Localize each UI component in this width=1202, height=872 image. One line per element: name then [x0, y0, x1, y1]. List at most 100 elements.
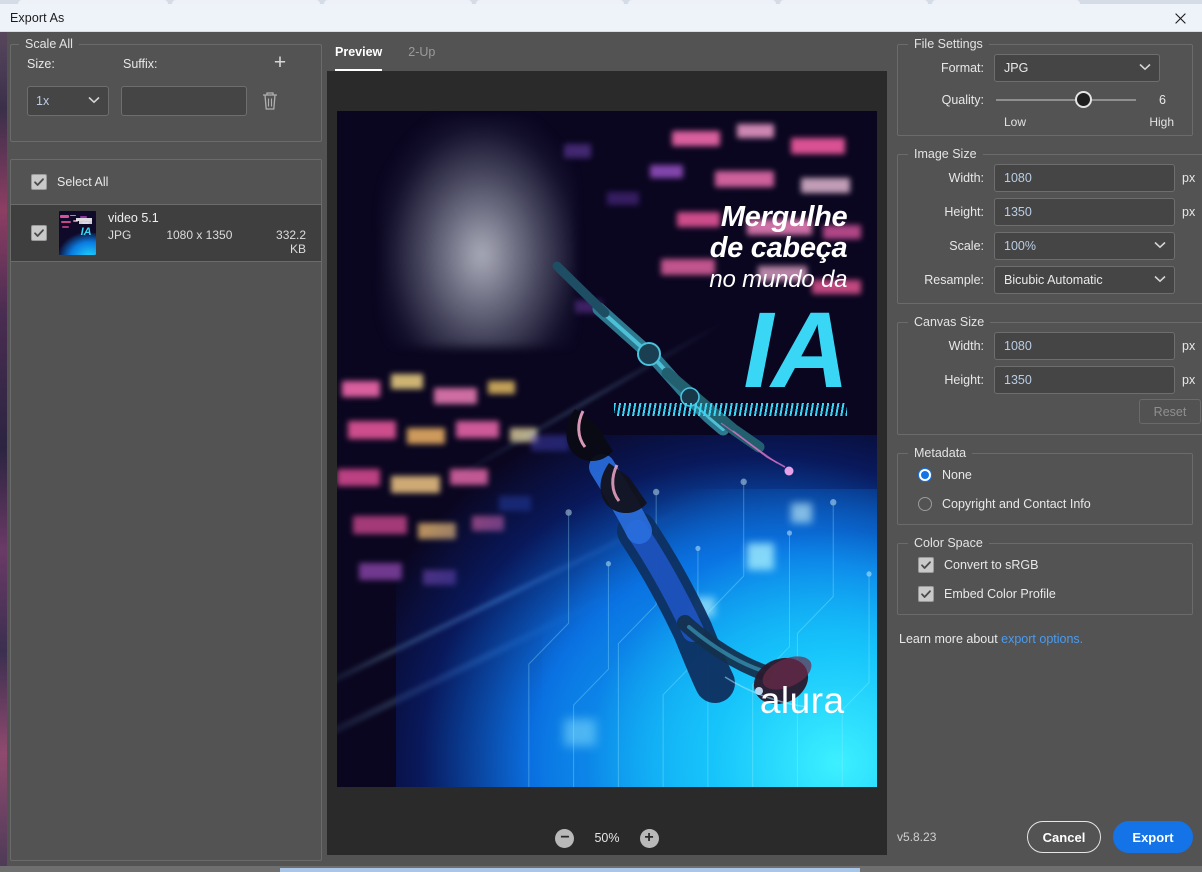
metadata-group: Metadata None Copyright and Contact Info	[897, 446, 1193, 525]
preview-stage: Mergulhe de cabeça no mundo da IA alura	[327, 71, 887, 826]
image-size-legend: Image Size	[914, 147, 977, 161]
learn-more-text: Learn more about export options.	[897, 626, 1193, 646]
quality-low-label: Low	[1004, 115, 1027, 129]
image-size-group: Image Size Width: px Height: px Scale: 1…	[897, 147, 1202, 304]
chevron-down-icon	[1154, 275, 1166, 286]
image-scale-select[interactable]: 100%	[994, 232, 1175, 260]
canvas-width-input[interactable]	[994, 332, 1175, 360]
color-space-option-profile[interactable]: Embed Color Profile	[898, 579, 1192, 608]
metadata-copyright-label: Copyright and Contact Info	[942, 496, 1091, 511]
canvas-height-unit: px	[1182, 373, 1196, 387]
check-glyph	[34, 178, 44, 186]
zoom-out-button[interactable]: −	[555, 828, 575, 848]
background-bottom-strip	[0, 866, 1202, 872]
image-height-unit: px	[1182, 205, 1196, 219]
format-label: Format:	[940, 61, 984, 75]
learn-more-prefix: Learn more about	[899, 632, 1002, 646]
file-size: 332.2 KB	[276, 227, 307, 256]
metadata-none-label: None	[942, 467, 972, 482]
canvas-height-input[interactable]	[994, 366, 1175, 394]
cancel-button[interactable]: Cancel	[1027, 821, 1101, 853]
preview-tabs: Preview 2-Up	[327, 37, 887, 71]
list-divider-2	[11, 261, 321, 262]
color-space-legend: Color Space	[914, 536, 983, 550]
file-list-group: Select All IA video 5.1 JPG 1080 x 1350 …	[10, 159, 322, 861]
select-all-row[interactable]: Select All	[11, 160, 321, 204]
image-width-row: Width: px	[898, 161, 1202, 195]
file-item-checkbox[interactable]	[31, 225, 47, 241]
image-resample-select[interactable]: Bicubic Automatic	[994, 266, 1175, 294]
export-button[interactable]: Export	[1113, 821, 1193, 853]
dialog-footer: v5.8.23 Cancel Export	[897, 821, 1193, 853]
canvas-width-row: Width: px	[898, 329, 1202, 363]
file-thumbnail: IA	[59, 211, 96, 255]
settings-panel: File Settings Format: JPG Quality: 6 Low…	[891, 37, 1202, 861]
reset-button[interactable]: Reset	[1139, 399, 1201, 424]
dialog-body: Scale All Size: Suffix: + 1x Select All …	[7, 32, 1202, 866]
file-dimensions: 1080 x 1350	[166, 227, 233, 242]
convert-srgb-checkbox[interactable]	[918, 556, 934, 573]
quality-value: 6	[1159, 93, 1166, 107]
add-scale-icon[interactable]: +	[269, 51, 291, 73]
metadata-legend: Metadata	[914, 446, 967, 460]
check-glyph	[921, 560, 931, 569]
suffix-label: Suffix:	[123, 57, 158, 71]
chevron-down-icon	[1139, 63, 1151, 74]
image-width-label: Width:	[948, 171, 984, 185]
quality-slider-knob[interactable]	[1074, 91, 1092, 108]
tab-2up[interactable]: 2-Up	[408, 45, 435, 71]
file-item-meta: video 5.1 JPG 1080 x 1350 332.2 KB	[108, 211, 306, 256]
file-settings-legend: File Settings	[914, 37, 983, 51]
scale-size-value: 1x	[36, 94, 50, 108]
quality-slider[interactable]	[996, 91, 1136, 108]
quality-row: Quality: 6	[898, 85, 1192, 115]
zoom-in-button[interactable]: +	[639, 828, 659, 848]
tab-preview[interactable]: Preview	[335, 45, 383, 71]
canvas-width-unit: px	[1182, 339, 1196, 353]
suffix-input[interactable]	[121, 86, 247, 116]
scale-all-group: Scale All Size: Suffix: + 1x	[10, 37, 322, 142]
image-resample-value: Bicubic Automatic	[1004, 273, 1103, 287]
metadata-option-copyright[interactable]: Copyright and Contact Info	[898, 489, 1192, 518]
image-resample-row: Resample: Bicubic Automatic	[898, 263, 1202, 297]
image-width-unit: px	[1182, 171, 1196, 185]
artwork-line-1: Mergulhe	[720, 200, 848, 233]
close-icon[interactable]	[1158, 4, 1202, 32]
image-height-input[interactable]	[994, 198, 1175, 226]
export-options-link[interactable]: export options.	[1001, 632, 1083, 646]
file-list-item[interactable]: IA video 5.1 JPG 1080 x 1350 332.2 KB	[11, 205, 321, 261]
metadata-none-radio[interactable]	[918, 467, 932, 482]
trash-icon[interactable]	[259, 89, 281, 113]
image-height-label: Height:	[944, 205, 984, 219]
format-row: Format: JPG	[898, 51, 1192, 85]
scale-size-select[interactable]: 1x	[27, 86, 109, 116]
image-width-input[interactable]	[994, 164, 1175, 192]
select-all-label: Select All	[57, 175, 109, 189]
image-height-row: Height: px	[898, 195, 1202, 229]
chevron-down-icon	[88, 96, 100, 107]
embed-profile-label: Embed Color Profile	[944, 586, 1056, 601]
color-space-option-srgb[interactable]: Convert to sRGB	[898, 550, 1192, 579]
select-all-checkbox[interactable]	[31, 174, 47, 190]
preview-artwork: Mergulhe de cabeça no mundo da IA alura	[337, 110, 877, 787]
metadata-option-none[interactable]: None	[898, 460, 1192, 489]
quality-scale-labels: Low High	[898, 115, 1192, 135]
format-select[interactable]: JPG	[994, 54, 1160, 82]
zoom-level-label: 50%	[594, 831, 620, 845]
convert-srgb-label: Convert to sRGB	[944, 557, 1039, 572]
metadata-copyright-radio[interactable]	[918, 496, 932, 511]
scale-all-legend: Scale All	[25, 37, 73, 51]
export-as-dialog-window: Export As Scale All Size: Suffix: + 1x S…	[0, 0, 1202, 872]
artwork-headline-block: Mergulhe de cabeça no mundo da IA	[523, 200, 849, 416]
quality-high-label: High	[1149, 115, 1174, 129]
image-resample-label: Resample:	[924, 273, 984, 287]
canvas-width-label: Width:	[948, 339, 984, 353]
check-glyph	[921, 589, 931, 598]
file-format: JPG	[108, 227, 132, 242]
canvas-height-label: Height:	[944, 373, 984, 387]
canvas-size-legend: Canvas Size	[914, 315, 985, 329]
artwork-headline: IA	[743, 289, 849, 411]
window-title: Export As	[10, 10, 65, 25]
canvas-size-group: Canvas Size Width: px Height: px Reset	[897, 315, 1202, 435]
embed-profile-checkbox[interactable]	[918, 585, 934, 602]
